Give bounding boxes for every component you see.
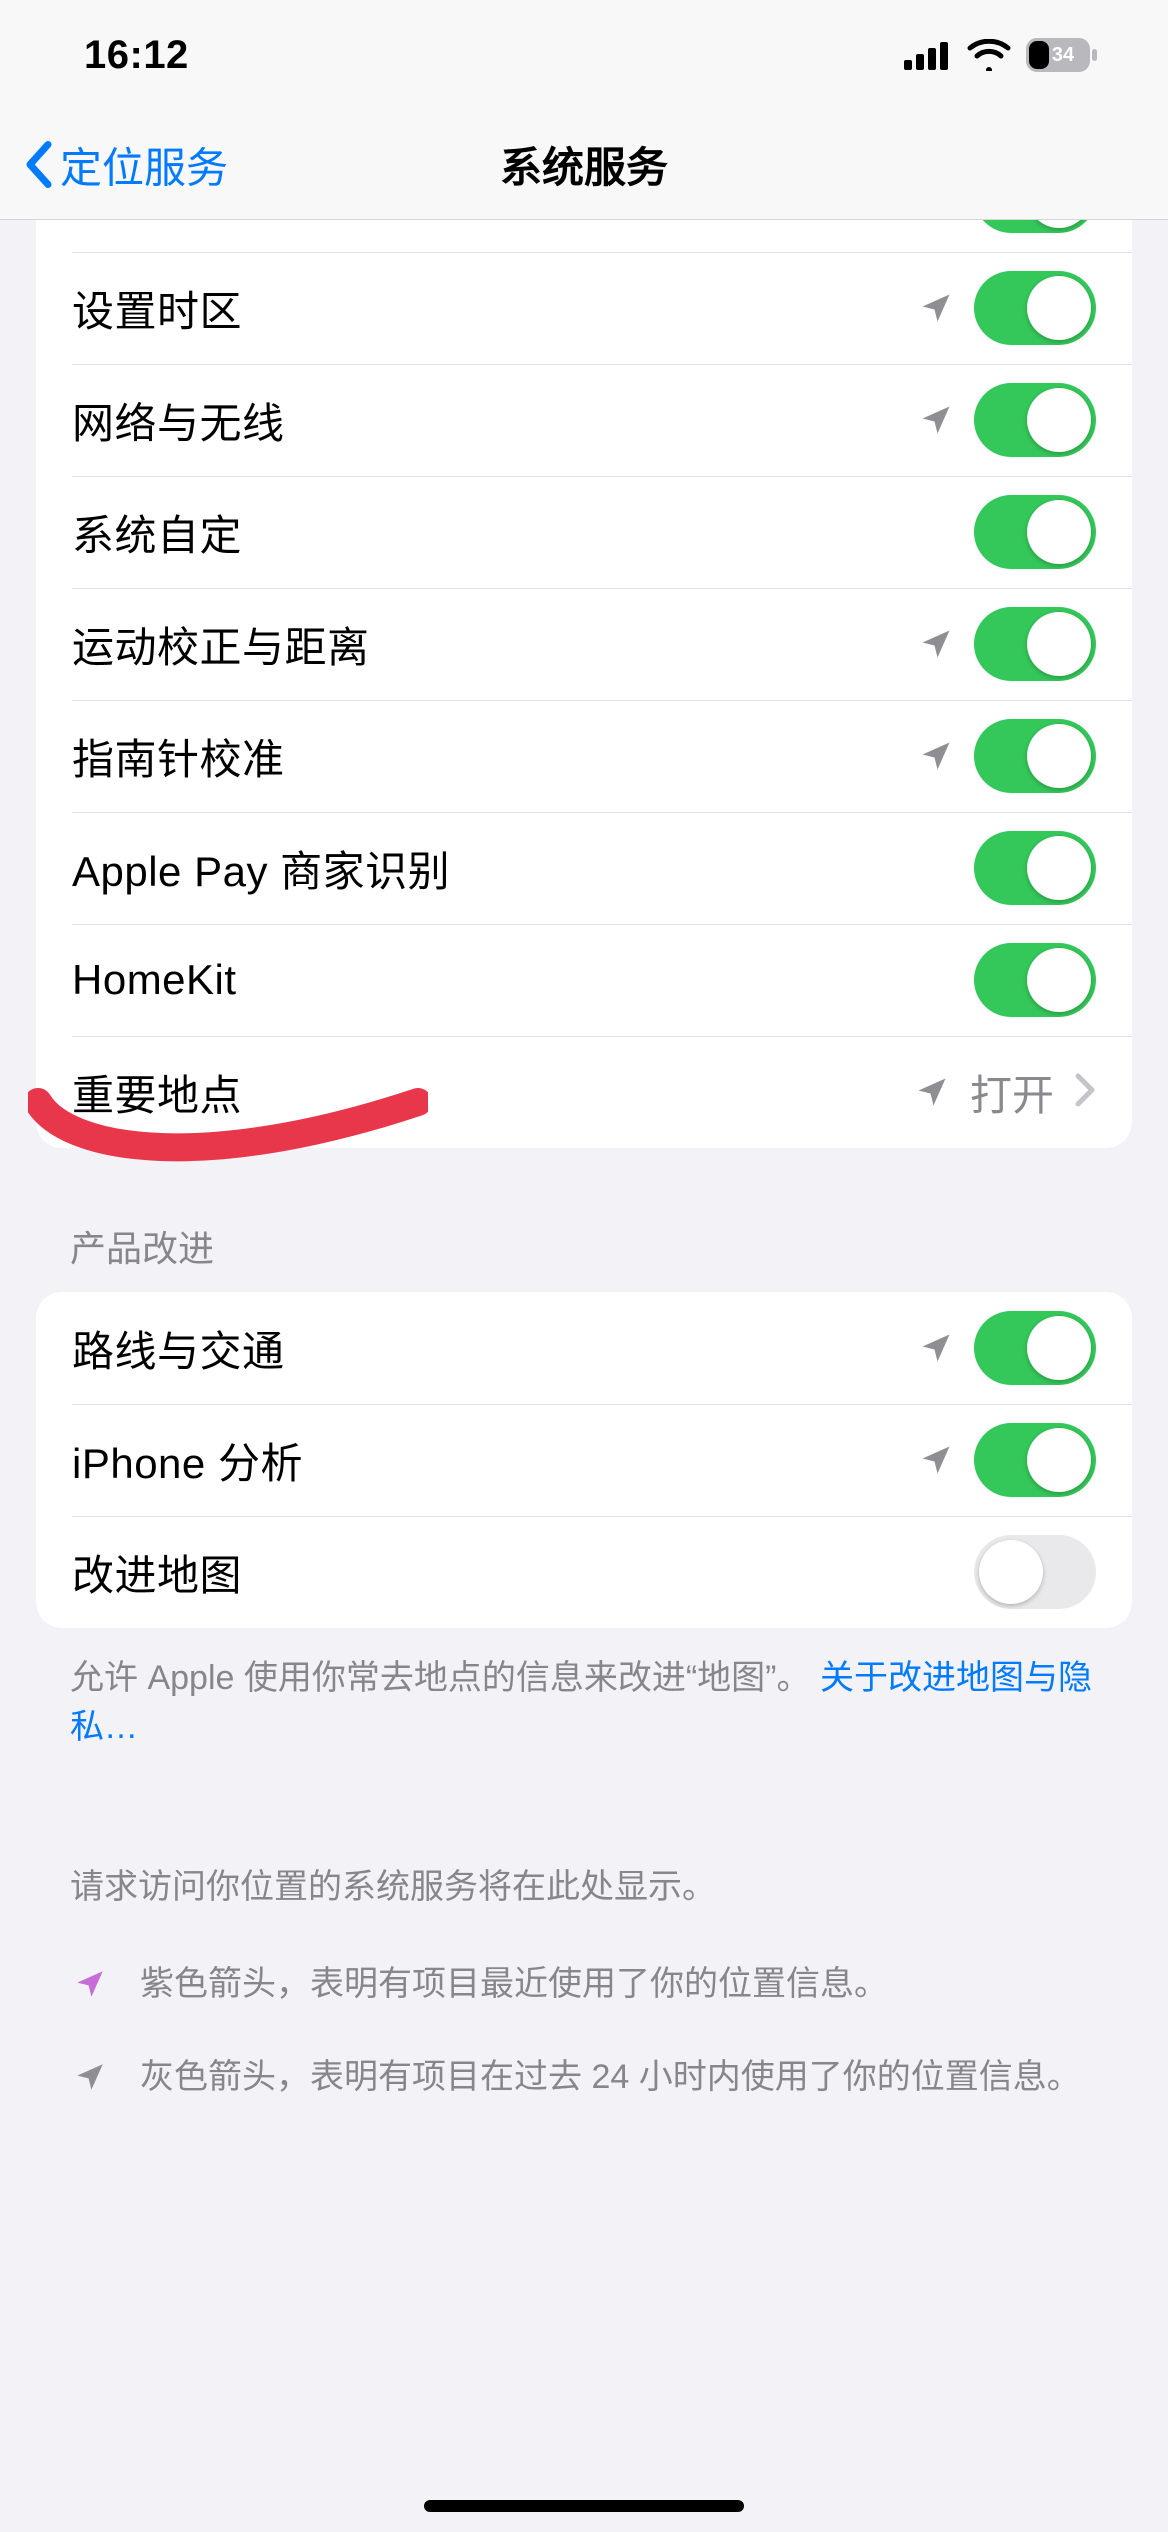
row-label: 网络与无线 — [72, 390, 898, 451]
row-label: 指南针校准 — [72, 726, 898, 787]
settings-group-product-improvement: 路线与交通 iPhone 分析改进地图 — [36, 1292, 1132, 1628]
settings-group-system: 设置时区网络与无线系统自定运动校正与距离指南针校准 Apple Pay 商家识别 H… — [36, 220, 1132, 1148]
location-arrow-icon — [916, 624, 956, 664]
location-arrow-icon — [70, 2057, 110, 2097]
legend-row-gray: 灰色箭头，表明有项目在过去 24 小时内使用了你的位置信息。 — [70, 2053, 1098, 2102]
back-label: 定位服务 — [60, 134, 228, 195]
content-scroll[interactable]: 设置时区网络与无线系统自定运动校正与距离指南针校准 Apple Pay 商家识别 H… — [0, 220, 1168, 2532]
footer-text: 允许 Apple 使用你常去地点的信息来改进“地图”。 — [70, 1659, 811, 1697]
footer-note-improve-maps: 允许 Apple 使用你常去地点的信息来改进“地图”。 关于改进地图与隐私… — [0, 1628, 1168, 1753]
page-title: 系统服务 — [500, 134, 668, 195]
settings-row: 系统自定 — [36, 476, 1132, 588]
toggle-switch[interactable] — [974, 943, 1096, 1017]
toggle-switch[interactable] — [974, 1423, 1096, 1497]
location-legend: 请求访问你位置的系统服务将在此处显示。 紫色箭头，表明有项目最近使用了你的位置信… — [0, 1863, 1168, 2103]
settings-row — [36, 220, 1132, 252]
settings-row: HomeKit — [36, 924, 1132, 1036]
legend-purple-text: 紫色箭头，表明有项目最近使用了你的位置信息。 — [140, 1960, 1098, 2009]
row-label: HomeKit — [72, 956, 956, 1004]
toggle-switch[interactable] — [974, 1535, 1096, 1609]
settings-row: 网络与无线 — [36, 364, 1132, 476]
status-bar: 16:12 34 — [0, 0, 1168, 110]
row-label: 系统自定 — [72, 502, 956, 563]
toggle-switch[interactable] — [974, 831, 1096, 905]
toggle-switch[interactable] — [974, 220, 1096, 233]
legend-intro: 请求访问你位置的系统服务将在此处显示。 — [70, 1863, 1098, 1912]
chevron-left-icon — [24, 141, 54, 189]
settings-row: Apple Pay 商家识别 — [36, 812, 1132, 924]
location-arrow-icon — [916, 1440, 956, 1480]
settings-row: 运动校正与距离 — [36, 588, 1132, 700]
section-header-product-improvement: 产品改进 — [0, 1220, 1168, 1292]
toggle-switch[interactable] — [974, 383, 1096, 457]
toggle-switch[interactable] — [974, 607, 1096, 681]
battery-icon: 34 — [1026, 38, 1098, 72]
location-arrow-icon — [70, 1964, 110, 2004]
settings-row: iPhone 分析 — [36, 1404, 1132, 1516]
back-button[interactable]: 定位服务 — [24, 134, 228, 195]
settings-row[interactable]: 重要地点 打开 — [36, 1036, 1132, 1148]
wifi-icon — [966, 39, 1012, 71]
settings-row: 指南针校准 — [36, 700, 1132, 812]
status-time: 16:12 — [84, 33, 189, 78]
settings-row: 路线与交通 — [36, 1292, 1132, 1404]
toggle-switch[interactable] — [974, 271, 1096, 345]
row-value: 打开 — [970, 1062, 1054, 1123]
legend-gray-text: 灰色箭头，表明有项目在过去 24 小时内使用了你的位置信息。 — [140, 2053, 1098, 2102]
battery-percent-text: 34 — [1052, 44, 1075, 66]
row-label: 路线与交通 — [72, 1318, 898, 1379]
chevron-right-icon — [1074, 1072, 1096, 1113]
toggle-switch[interactable] — [974, 1311, 1096, 1385]
settings-row: 改进地图 — [36, 1516, 1132, 1628]
location-arrow-icon — [916, 736, 956, 776]
row-label: iPhone 分析 — [72, 1430, 898, 1491]
row-label: 改进地图 — [72, 1542, 956, 1603]
home-indicator[interactable] — [424, 2500, 744, 2512]
toggle-switch[interactable] — [974, 495, 1096, 569]
settings-row: 设置时区 — [36, 252, 1132, 364]
status-right-cluster: 34 — [904, 38, 1098, 72]
row-label: Apple Pay 商家识别 — [72, 838, 956, 899]
nav-bar: 定位服务 系统服务 — [0, 110, 1168, 220]
row-label: 运动校正与距离 — [72, 614, 898, 675]
toggle-switch[interactable] — [974, 719, 1096, 793]
location-arrow-icon — [916, 288, 956, 328]
cellular-icon — [904, 40, 952, 70]
location-arrow-icon — [916, 400, 956, 440]
location-arrow-icon — [912, 1072, 952, 1112]
location-arrow-icon — [916, 1328, 956, 1368]
row-label: 重要地点 — [72, 1062, 894, 1123]
row-label: 设置时区 — [72, 278, 898, 339]
legend-row-purple: 紫色箭头，表明有项目最近使用了你的位置信息。 — [70, 1960, 1098, 2009]
